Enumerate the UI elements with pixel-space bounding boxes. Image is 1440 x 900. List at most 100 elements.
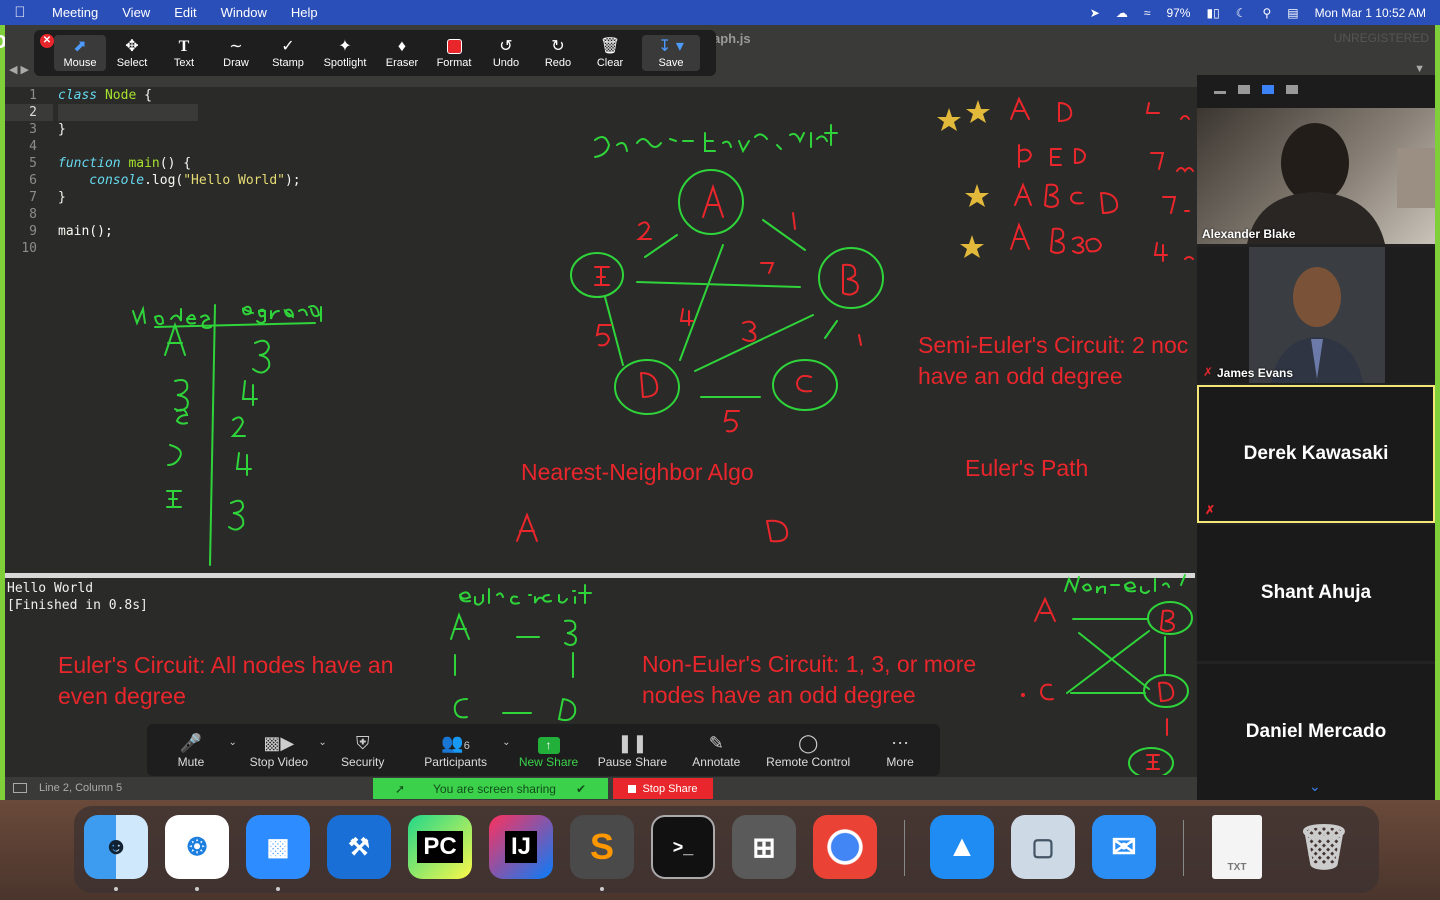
ink-deg-4	[241, 380, 258, 406]
color-swatch-icon	[428, 37, 480, 57]
terminal-icon[interactable]: >_	[651, 815, 715, 879]
meeting-controls-bar: 🎤 Mute ⌄ ▩▶ Stop Video ⌄ ⛨ Security 👥6 Partici…	[147, 724, 940, 776]
euler-circuit-line1: Euler's Circuit: All nodes have an	[58, 652, 394, 678]
muted-mic-icon: ✗	[1203, 365, 1214, 379]
shield-icon: ⛨	[355, 733, 370, 753]
close-annotation-icon[interactable]: ✕	[40, 34, 54, 48]
finder-icon[interactable]: ☻	[84, 815, 148, 879]
tool-eraser[interactable]: ♦ Eraser	[376, 37, 428, 69]
semi-euler-line2: have an odd degree	[918, 363, 1123, 389]
txt-file-icon[interactable]: TXT	[1212, 815, 1262, 879]
menu-window[interactable]: Window	[209, 5, 279, 20]
euler-path-text: Euler's Path	[965, 455, 1089, 481]
stop-share-button[interactable]: Stop Share	[613, 778, 713, 799]
moon-icon[interactable]: ☾	[1236, 6, 1247, 20]
intellij-icon[interactable]: IJ	[489, 815, 553, 879]
new-share-button[interactable]: ↑ New Share	[509, 731, 589, 769]
scroll-down-chevron-icon[interactable]: ⌄	[1309, 778, 1321, 795]
menu-edit[interactable]: Edit	[162, 5, 208, 20]
more-button[interactable]: ⋯ More	[860, 731, 940, 769]
single-view-icon[interactable]	[1238, 85, 1250, 94]
tool-save[interactable]: ↧ ▾ Save	[642, 35, 700, 71]
participants-button[interactable]: 👥6 Participants ⌄	[403, 731, 510, 769]
ink-row3-c	[1069, 191, 1084, 205]
ink-deg-3b	[228, 499, 245, 531]
zoom-icon[interactable]: ▩	[246, 815, 310, 879]
remote-control-button[interactable]: ◯ Remote Control	[756, 731, 860, 769]
spotlight-search-icon[interactable]: ⚲	[1262, 6, 1271, 20]
tool-label: Mouse	[63, 57, 97, 69]
chrome-icon[interactable]	[813, 815, 877, 879]
mail-icon[interactable]: ✉	[1092, 815, 1156, 879]
control-label: Annotate	[692, 755, 741, 769]
strip-view-icon[interactable]	[1262, 85, 1274, 94]
wifi-icon[interactable]: ≈	[1144, 6, 1151, 20]
annotation-toolbar: ✕ ⬈ Mouse ✥ Select T Text ∼ Draw ✓ Stamp ✦ Spo…	[34, 30, 716, 76]
ink-degrees-header	[241, 305, 322, 324]
ink-row2-tail	[1176, 167, 1194, 173]
app-store-icon[interactable]: ▲	[930, 815, 994, 879]
stop-video-button[interactable]: ▩▶ Stop Video ⌄	[235, 731, 327, 769]
menu-view[interactable]: View	[110, 5, 162, 20]
share-arrow-icon: ↑	[509, 731, 589, 755]
video-tile-alexander-blake[interactable]: Alexander Blake	[1197, 108, 1435, 244]
menubar-clock[interactable]: Mon Mar 1 10:52 AM	[1315, 6, 1426, 20]
ink-semi-euler-title	[594, 124, 838, 158]
tool-text[interactable]: T Text	[158, 37, 210, 69]
tab-dropdown-icon[interactable]: ▼	[1414, 63, 1425, 75]
ink-star	[960, 235, 984, 258]
tool-select[interactable]: ✥ Select	[106, 37, 158, 69]
console-toggle-icon[interactable]	[13, 783, 27, 793]
ink-weight-3	[742, 320, 757, 342]
pin-icon[interactable]: ➚	[395, 782, 405, 796]
video-gallery-panel: Alexander Blake ✗ James Evans Derek Kawa…	[1197, 75, 1435, 800]
tool-mouse[interactable]: ⬈ Mouse	[54, 35, 106, 71]
calculator-icon[interactable]: ⊞	[732, 815, 796, 879]
microphone-icon: 🎤	[179, 733, 203, 753]
ink-node-a	[678, 169, 744, 235]
participant-count: 6	[463, 740, 470, 752]
tool-format[interactable]: Format	[428, 37, 480, 69]
pause-share-button[interactable]: ❚❚ Pause Share	[588, 731, 676, 769]
cloud-upload-icon[interactable]: ☁	[1116, 6, 1128, 20]
xcode-icon[interactable]: ⚒	[327, 815, 391, 879]
tool-label: Eraser	[385, 57, 419, 69]
tool-label: Spotlight	[323, 57, 367, 69]
menu-help[interactable]: Help	[279, 5, 330, 20]
video-tile-derek-kawasaki[interactable]: Derek Kawasaki ✗	[1197, 385, 1435, 523]
gallery-grid-icon[interactable]	[1286, 85, 1298, 94]
battery-icon[interactable]: ▮▯	[1206, 6, 1219, 20]
tool-draw[interactable]: ∼ Draw	[210, 37, 262, 69]
security-button[interactable]: ⛨ Security	[323, 731, 403, 769]
video-tile-shant-ahuja[interactable]: Shant Ahuja	[1197, 525, 1435, 661]
video-tile-james-evans[interactable]: ✗ James Evans	[1197, 247, 1435, 383]
tool-stamp[interactable]: ✓ Stamp	[262, 37, 314, 69]
ink-weight-7	[760, 262, 775, 274]
sublime-text-icon[interactable]: S	[570, 815, 634, 879]
ink-letter-big-d	[766, 519, 789, 543]
ink-weight-5	[595, 324, 612, 347]
safari-icon[interactable]: ❂	[165, 815, 229, 879]
euler-circuit-line2: even degree	[58, 683, 186, 709]
pycharm-icon[interactable]: PC	[408, 815, 472, 879]
tool-spotlight[interactable]: ✦ Spotlight	[314, 37, 376, 69]
participant-video	[1247, 123, 1435, 244]
mute-button[interactable]: 🎤 Mute ⌄	[147, 731, 237, 769]
ink-row1-d	[1058, 102, 1073, 123]
ink-ne-c	[1039, 683, 1054, 701]
text-t-icon: T	[178, 38, 190, 55]
trash-icon[interactable]: 🗑	[1292, 815, 1356, 879]
control-center-icon[interactable]: ▤	[1287, 6, 1298, 20]
screen-sharing-banner: ➚ You are screen sharing ✔	[373, 778, 608, 799]
tool-undo[interactable]: ↺ Undo	[480, 37, 532, 69]
tool-redo[interactable]: ↻ Redo	[532, 37, 584, 69]
tool-label: Stamp	[272, 57, 304, 69]
tool-clear[interactable]: 🗑 Clear	[584, 37, 636, 69]
location-icon[interactable]: ➤	[1090, 6, 1100, 20]
ink-weight-4	[679, 308, 694, 326]
ink-ne-e	[1146, 754, 1160, 770]
annotate-button[interactable]: ✎ Annotate	[676, 731, 756, 769]
minimize-icon[interactable]	[1214, 91, 1226, 94]
preview-icon[interactable]: ▢	[1011, 815, 1075, 879]
ink-node-c	[772, 359, 838, 411]
